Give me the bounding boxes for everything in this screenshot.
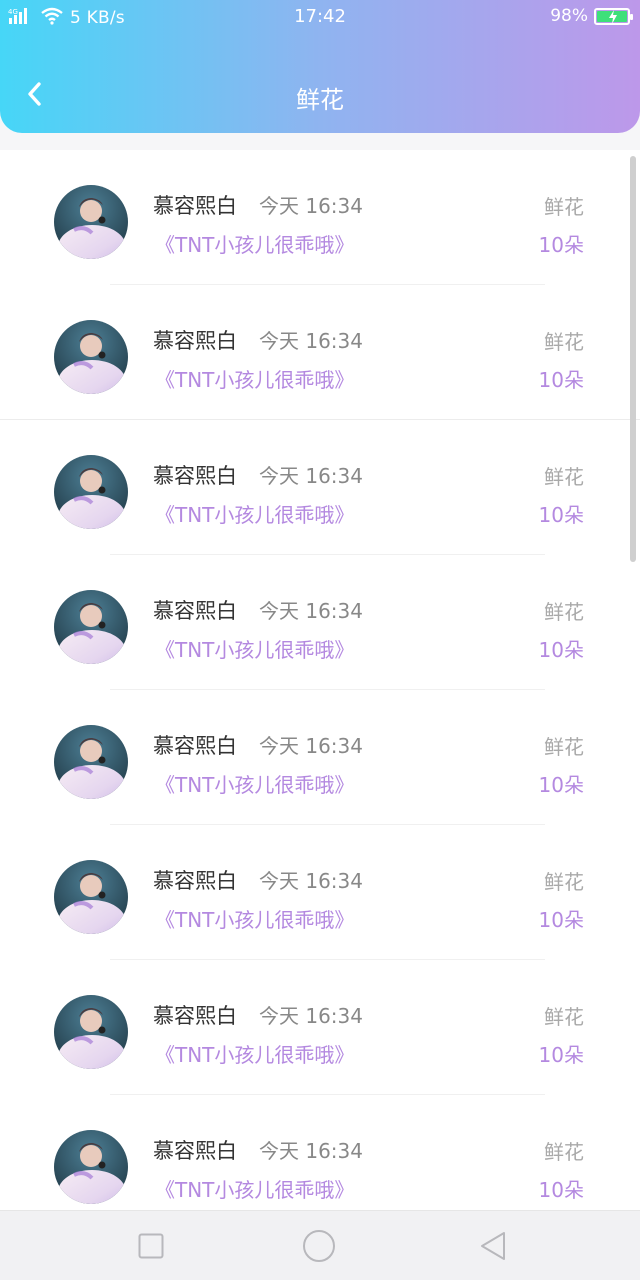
status-time: 17:42	[294, 6, 346, 27]
user-name: 慕容熙白	[153, 734, 237, 758]
avatar	[54, 185, 128, 259]
list-item[interactable]: 慕容熙白 今天 16:34 《TNT小孩儿很乖哦》 鲜花 10朵	[0, 150, 640, 285]
flower-record-list[interactable]: 慕容熙白 今天 16:34 《TNT小孩儿很乖哦》 鲜花 10朵 慕容熙白 今天…	[0, 150, 640, 1210]
user-name: 慕容熙白	[153, 869, 237, 893]
list-item[interactable]: 慕容熙白 今天 16:34 《TNT小孩儿很乖哦》 鲜花 10朵	[0, 285, 640, 420]
gift-count: 10朵	[538, 503, 584, 527]
home-icon	[303, 1230, 335, 1262]
home-button[interactable]	[302, 1229, 336, 1263]
gift-count: 10朵	[538, 368, 584, 392]
system-back-button[interactable]	[476, 1229, 510, 1263]
list-item[interactable]: 慕容熙白 今天 16:34 《TNT小孩儿很乖哦》 鲜花 10朵	[0, 825, 640, 960]
battery-percent: 98%	[550, 6, 588, 26]
gift-count: 10朵	[538, 908, 584, 932]
timestamp: 今天 16:34	[259, 1139, 363, 1163]
back-triangle-icon	[481, 1232, 505, 1260]
user-name: 慕容熙白	[153, 1004, 237, 1028]
page-title: 鲜花	[296, 86, 344, 114]
recent-apps-button[interactable]	[134, 1229, 168, 1263]
user-name: 慕容熙白	[153, 1139, 237, 1163]
avatar	[54, 590, 128, 664]
novel-title[interactable]: 《TNT小孩儿很乖哦》	[155, 904, 354, 933]
novel-title[interactable]: 《TNT小孩儿很乖哦》	[155, 499, 354, 528]
gift-count: 10朵	[538, 1043, 584, 1067]
gift-type-label: 鲜花	[544, 600, 584, 624]
timestamp: 今天 16:34	[259, 1004, 363, 1028]
gift-count: 10朵	[538, 773, 584, 797]
list-item[interactable]: 慕容熙白 今天 16:34 《TNT小孩儿很乖哦》 鲜花 10朵	[0, 960, 640, 1095]
gift-type-label: 鲜花	[544, 195, 584, 219]
list-item[interactable]: 慕容熙白 今天 16:34 《TNT小孩儿很乖哦》 鲜花 10朵	[0, 1095, 640, 1210]
avatar	[54, 320, 128, 394]
timestamp: 今天 16:34	[259, 869, 363, 893]
gift-type-label: 鲜花	[544, 735, 584, 759]
gift-type-label: 鲜花	[544, 330, 584, 354]
avatar	[54, 725, 128, 799]
gift-count: 10朵	[538, 1178, 584, 1202]
avatar	[54, 455, 128, 529]
novel-title[interactable]: 《TNT小孩儿很乖哦》	[155, 1039, 354, 1068]
gift-count: 10朵	[538, 233, 584, 257]
app-screen: 4G 5 KB/s 17:42 98% 鲜花 慕容熙白 今天 16:34 《TN…	[0, 0, 640, 1280]
timestamp: 今天 16:34	[259, 734, 363, 758]
avatar	[54, 860, 128, 934]
gift-count: 10朵	[538, 638, 584, 662]
system-nav-bar	[0, 1210, 640, 1280]
list-item[interactable]: 慕容熙白 今天 16:34 《TNT小孩儿很乖哦》 鲜花 10朵	[0, 420, 640, 555]
novel-title[interactable]: 《TNT小孩儿很乖哦》	[155, 229, 354, 258]
status-right: 98%	[550, 6, 633, 26]
list-item[interactable]: 慕容熙白 今天 16:34 《TNT小孩儿很乖哦》 鲜花 10朵	[0, 690, 640, 825]
list-item[interactable]: 慕容熙白 今天 16:34 《TNT小孩儿很乖哦》 鲜花 10朵	[0, 555, 640, 690]
novel-title[interactable]: 《TNT小孩儿很乖哦》	[155, 634, 354, 663]
header: 4G 5 KB/s 17:42 98% 鲜花	[0, 0, 640, 133]
avatar	[54, 995, 128, 1069]
status-bar: 4G 5 KB/s 17:42 98%	[0, 0, 640, 34]
user-name: 慕容熙白	[153, 599, 237, 623]
avatar	[54, 1130, 128, 1204]
timestamp: 今天 16:34	[259, 329, 363, 353]
gift-type-label: 鲜花	[544, 465, 584, 489]
gift-type-label: 鲜花	[544, 870, 584, 894]
timestamp: 今天 16:34	[259, 194, 363, 218]
battery-icon	[594, 7, 633, 25]
scrollbar[interactable]	[630, 156, 636, 562]
timestamp: 今天 16:34	[259, 599, 363, 623]
recent-apps-icon	[138, 1233, 164, 1259]
gift-type-label: 鲜花	[544, 1140, 584, 1164]
gift-type-label: 鲜花	[544, 1005, 584, 1029]
user-name: 慕容熙白	[153, 194, 237, 218]
novel-title[interactable]: 《TNT小孩儿很乖哦》	[155, 1174, 354, 1203]
timestamp: 今天 16:34	[259, 464, 363, 488]
novel-title[interactable]: 《TNT小孩儿很乖哦》	[155, 769, 354, 798]
user-name: 慕容熙白	[153, 329, 237, 353]
novel-title[interactable]: 《TNT小孩儿很乖哦》	[155, 364, 354, 393]
user-name: 慕容熙白	[153, 464, 237, 488]
